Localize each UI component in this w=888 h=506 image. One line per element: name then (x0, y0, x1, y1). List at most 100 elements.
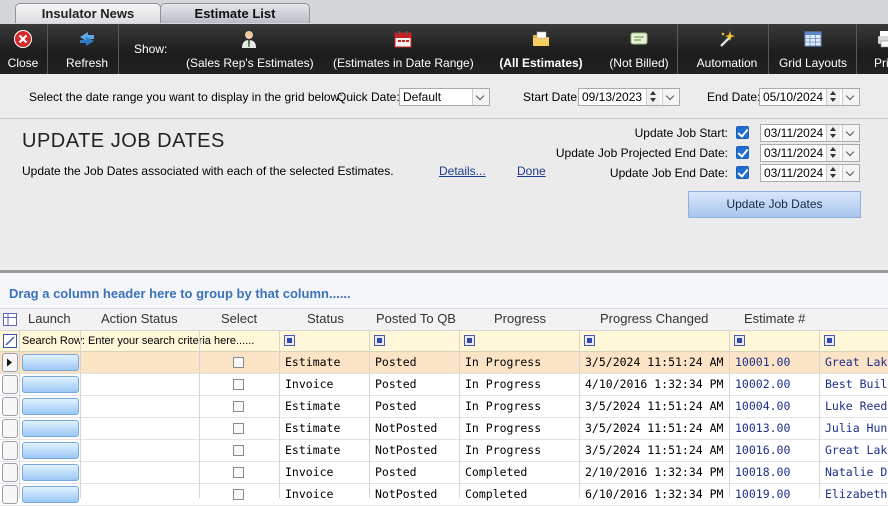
column-header-launch[interactable]: Launch (28, 311, 71, 326)
sales-reps-estimates-button[interactable]: (Sales Rep's Estimates) (186, 24, 314, 74)
update-job-dates-button[interactable]: Update Job Dates (688, 191, 861, 218)
date-range-instruction: Select the date range you want to displa… (29, 90, 343, 104)
column-chooser-icon[interactable] (3, 313, 17, 326)
chevron-down-icon[interactable] (842, 89, 859, 105)
job-start-label: Update Job Start: (634, 126, 728, 140)
row-selector[interactable] (2, 375, 18, 394)
table-row[interactable]: Estimate NotPosted In Progress 3/5/2024 11:… (0, 418, 888, 440)
chevron-down-icon[interactable] (842, 145, 859, 161)
cell-customer: Natalie Dav (825, 465, 888, 479)
table-row[interactable]: Invoice NotPosted Completed 6/10/2016 1:32:… (0, 484, 888, 506)
launch-button[interactable] (22, 420, 79, 437)
details-link[interactable]: Details... (439, 164, 486, 178)
table-row[interactable]: Estimate NotPosted In Progress 3/5/2024 11:… (0, 440, 888, 462)
quick-date-select[interactable]: Default (399, 88, 490, 106)
select-checkbox[interactable] (233, 489, 244, 500)
cell-progress-changed: 3/5/2024 11:51:24 AM (585, 421, 724, 435)
end-date-picker[interactable]: 05/10/2024 (759, 88, 860, 106)
tab-insulator-news[interactable]: Insulator News (15, 3, 161, 23)
update-panel-description: Update the Job Dates associated with eac… (22, 164, 394, 178)
table-row[interactable]: Estimate Posted In Progress 3/5/2024 11:51:… (0, 396, 888, 418)
row-selector[interactable] (2, 485, 18, 504)
group-by-area[interactable]: Drag a column header here to group by th… (0, 273, 888, 309)
cell-progress-changed: 3/5/2024 11:51:24 AM (585, 399, 724, 413)
done-link[interactable]: Done (517, 164, 546, 178)
cell-estimate-number: 10001.00 (735, 355, 791, 369)
filter-posted-icon[interactable] (374, 335, 385, 346)
filter-progress-changed-icon[interactable] (584, 335, 595, 346)
table-row[interactable]: Invoice Posted Completed 2/10/2016 1:32:34 … (0, 462, 888, 484)
filter-status-icon[interactable] (284, 335, 295, 346)
column-header-estimate-number[interactable]: Estimate # (744, 311, 805, 326)
job-end-spinner[interactable] (826, 165, 840, 181)
job-projected-end-date-picker[interactable]: 03/11/2024 (760, 144, 860, 162)
row-selector[interactable] (2, 441, 18, 460)
column-header-action-status[interactable]: Action Status (101, 311, 178, 326)
cell-progress: In Progress (465, 399, 542, 413)
automation-button[interactable]: Automation (690, 24, 764, 74)
job-end-checkbox[interactable] (736, 166, 749, 179)
cell-status: Estimate (285, 421, 341, 435)
cell-customer: Julia Hunte (825, 421, 888, 435)
launch-button[interactable] (22, 464, 79, 481)
job-start-checkbox[interactable] (736, 126, 749, 139)
launch-button[interactable] (22, 398, 79, 415)
estimates-in-date-range-button[interactable]: (Estimates in Date Range) (333, 24, 474, 74)
job-projected-end-checkbox[interactable] (736, 146, 749, 159)
end-date-spinner[interactable] (826, 89, 840, 105)
column-header-progress-changed[interactable]: Progress Changed (600, 311, 708, 326)
update-job-dates-panel: UPDATE JOB DATES Update the Job Dates as… (0, 118, 888, 270)
select-checkbox[interactable] (233, 445, 244, 456)
cell-status: Estimate (285, 443, 341, 457)
column-header-progress[interactable]: Progress (494, 311, 546, 326)
cell-posted-to-qb: NotPosted (375, 443, 438, 457)
tab-estimate-list[interactable]: Estimate List (160, 3, 310, 23)
select-checkbox[interactable] (233, 379, 244, 390)
filter-customer-icon[interactable] (824, 335, 835, 346)
job-end-label: Update Job End Date: (609, 166, 728, 180)
select-checkbox[interactable] (233, 357, 244, 368)
table-row[interactable]: Estimate Posted In Progress 3/5/2024 11:51:… (0, 352, 888, 374)
search-row-input[interactable]: Search Row: Enter your search criteria h… (22, 335, 254, 347)
start-date-picker[interactable]: 09/13/2023 (578, 88, 680, 106)
print-button[interactable]: Pri (868, 24, 888, 74)
chevron-down-icon[interactable] (842, 165, 859, 181)
search-row: Search Row: Enter your search criteria h… (0, 331, 888, 352)
row-selector[interactable] (2, 463, 18, 482)
row-selector[interactable] (2, 397, 18, 416)
chevron-down-icon[interactable] (662, 89, 679, 105)
job-start-date-picker[interactable]: 03/11/2024 (760, 124, 860, 142)
launch-button[interactable] (22, 354, 79, 371)
cell-customer: Great Lake (825, 355, 888, 369)
row-selector[interactable] (2, 419, 18, 438)
launch-button[interactable] (22, 442, 79, 459)
table-row[interactable]: Invoice Posted In Progress 4/10/2016 1:32:3… (0, 374, 888, 396)
job-end-date-picker[interactable]: 03/11/2024 (760, 164, 860, 182)
job-projected-end-spinner[interactable] (826, 145, 840, 161)
column-header-select[interactable]: Select (221, 311, 257, 326)
close-button[interactable]: Close (0, 24, 46, 74)
job-start-spinner[interactable] (826, 125, 840, 141)
grid-header-row: Launch Action Status Select Status Poste… (0, 309, 888, 331)
grid-layouts-button[interactable]: Grid Layouts (772, 24, 854, 74)
all-estimates-button[interactable]: (All Estimates) (497, 24, 585, 74)
quick-date-label: Quick Date: (337, 90, 400, 104)
select-checkbox[interactable] (233, 401, 244, 412)
start-date-spinner[interactable] (646, 89, 660, 105)
launch-button[interactable] (22, 376, 79, 393)
refresh-button[interactable]: Refresh (58, 24, 116, 74)
column-header-status[interactable]: Status (307, 311, 344, 326)
chevron-down-icon[interactable] (472, 89, 489, 105)
bill-icon (630, 32, 648, 45)
row-selector[interactable] (2, 353, 18, 372)
filter-progress-icon[interactable] (464, 335, 475, 346)
cell-progress-changed: 3/5/2024 11:51:24 AM (585, 355, 724, 369)
select-checkbox[interactable] (233, 423, 244, 434)
filter-estimate-number-icon[interactable] (734, 335, 745, 346)
column-header-posted-to-qb[interactable]: Posted To QB (376, 311, 456, 326)
not-billed-button[interactable]: (Not Billed) (603, 24, 675, 74)
select-checkbox[interactable] (233, 467, 244, 478)
launch-button[interactable] (22, 486, 79, 503)
cell-estimate-number: 10016.00 (735, 443, 791, 457)
chevron-down-icon[interactable] (842, 125, 859, 141)
